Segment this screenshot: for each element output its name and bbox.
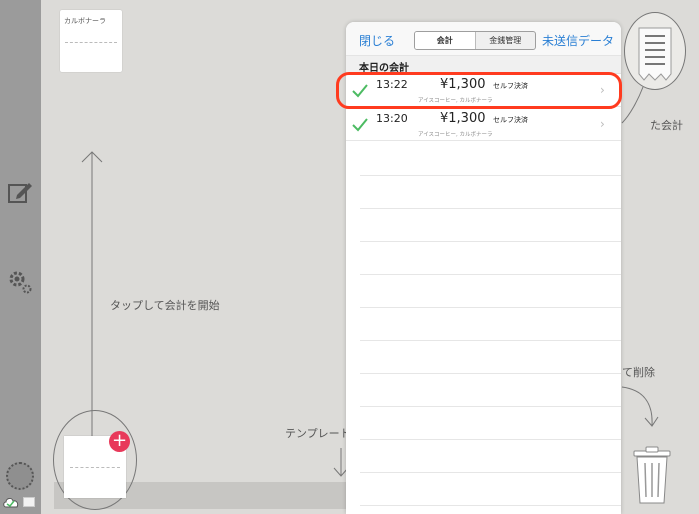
up-arrow-icon — [81, 151, 103, 440]
curved-arrow-icon — [621, 386, 659, 427]
transaction-items: アイスコーヒー, カルボナーラ — [418, 132, 493, 138]
empty-row — [360, 505, 621, 506]
close-button[interactable]: 閉じる — [359, 32, 395, 49]
empty-row — [360, 340, 621, 341]
check-icon — [352, 118, 368, 132]
empty-row — [360, 241, 621, 242]
edit-icon[interactable] — [6, 178, 34, 206]
empty-row — [360, 373, 621, 374]
empty-row — [360, 274, 621, 275]
square-icon — [23, 497, 35, 507]
cloud-check-icon — [3, 498, 19, 508]
transaction-time: 13:20 — [376, 112, 408, 125]
gear-icon[interactable] — [6, 268, 34, 296]
empty-row — [360, 406, 621, 407]
empty-row — [360, 175, 621, 176]
unsent-data-button[interactable]: 未送信データ — [542, 32, 614, 49]
hint-kaikei-text: た会計 — [650, 119, 683, 132]
chevron-right-icon: › — [600, 117, 605, 131]
pointer-line-icon — [621, 86, 644, 124]
template-card[interactable]: カルボナーラ — [60, 10, 122, 72]
new-card-divider — [70, 467, 120, 468]
trash-icon[interactable] — [632, 445, 672, 505]
popover-header: 閉じる 会計 金銭管理 未送信データ — [346, 22, 621, 56]
transaction-amount: ¥1,300 — [440, 111, 486, 126]
hint-delete-text: て削除 — [622, 366, 655, 379]
empty-row — [360, 472, 621, 473]
hint-template-text: テンプレート — [285, 427, 351, 440]
empty-row — [360, 439, 621, 440]
empty-row — [360, 208, 621, 209]
hint-start-text: タップして会計を開始 — [110, 299, 220, 312]
highlight-outline — [336, 72, 622, 109]
left-sidebar — [0, 0, 41, 514]
payment-method: セルフ決済 — [493, 116, 528, 124]
template-card-label: カルボナーラ — [64, 17, 106, 25]
tab-kaikei[interactable]: 会計 — [415, 32, 476, 49]
tab-kinsen-kanri[interactable]: 金銭管理 — [476, 32, 536, 49]
transaction-row[interactable]: 13:20 ¥1,300 セルフ決済 アイスコーヒー, カルボナーラ › — [346, 108, 621, 141]
avatar[interactable] — [6, 462, 34, 490]
empty-row — [360, 307, 621, 308]
template-card-divider — [65, 42, 117, 43]
segmented-control: 会計 金銭管理 — [414, 31, 536, 50]
plus-icon[interactable]: + — [109, 431, 130, 452]
receipt-icon[interactable] — [637, 26, 673, 82]
